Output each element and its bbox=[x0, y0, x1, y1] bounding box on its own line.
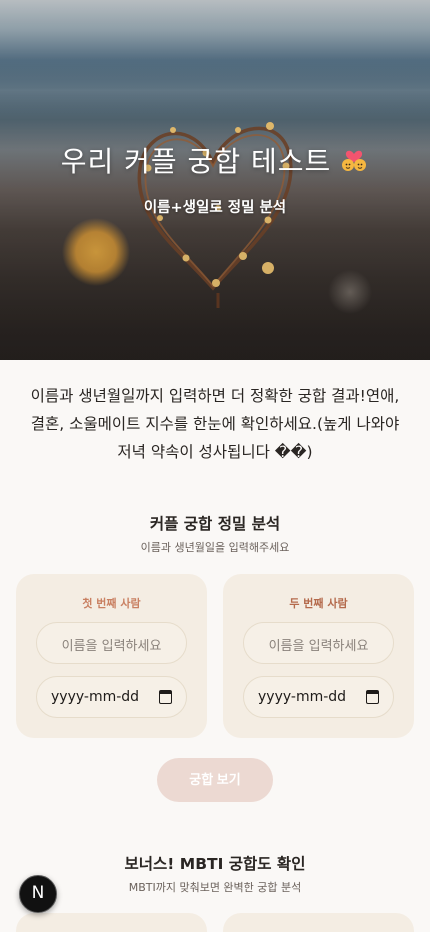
hero-shade bbox=[0, 0, 430, 360]
calendar-icon[interactable] bbox=[159, 690, 172, 704]
check-compatibility-button[interactable]: 궁합 보기 bbox=[157, 758, 273, 802]
person2-birthdate-input[interactable]: yyyy-mm-dd bbox=[243, 676, 394, 718]
hero-title: 우리 커플 궁합 테스트 bbox=[0, 140, 430, 180]
person2-card: 두 번째 사람 이름을 입력하세요 yyyy-mm-dd bbox=[223, 574, 414, 738]
person2-name-placeholder: 이름을 입력하세요 bbox=[268, 639, 369, 654]
person1-birthdate-value: yyyy-mm-dd bbox=[51, 689, 140, 705]
intro-text: 이름과 생년월일까지 입력하면 더 정확한 궁합 결과!연애, 결혼, 소울메이… bbox=[30, 387, 400, 461]
person1-name-input[interactable]: 이름을 입력하세요 bbox=[36, 622, 187, 664]
person1-birthdate-input[interactable]: yyyy-mm-dd bbox=[36, 676, 187, 718]
bonus-section-subtitle: MBTI까지 맞춰보면 완벽한 궁합 분석 bbox=[128, 881, 302, 894]
hero-banner: 우리 커플 궁합 테스트 이름+생일로 정밀 분석 bbox=[0, 0, 430, 360]
person1-card: 첫 번째 사람 이름을 입력하세요 yyyy-mm-dd bbox=[16, 574, 207, 738]
person1-name-placeholder: 이름을 입력하세요 bbox=[61, 639, 162, 654]
calendar-icon[interactable] bbox=[366, 690, 379, 704]
person2-name-input[interactable]: 이름을 입력하세요 bbox=[243, 622, 394, 664]
dev-tools-badge[interactable]: N bbox=[19, 875, 57, 913]
bonus-section-title: 보너스! MBTI 궁합도 확인 bbox=[124, 855, 306, 873]
hero-title-text: 우리 커플 궁합 테스트 bbox=[60, 145, 332, 178]
precise-section-title: 커플 궁합 정밀 분석 bbox=[149, 515, 281, 533]
mbti-person1-card bbox=[16, 913, 207, 932]
person2-label: 두 번째 사람 bbox=[289, 597, 348, 610]
person2-birthdate-value: yyyy-mm-dd bbox=[258, 689, 347, 705]
mbti-person2-card bbox=[223, 913, 414, 932]
precise-section-subtitle: 이름과 생년월일을 입력해주세요 bbox=[140, 541, 290, 554]
couple-with-heart-icon bbox=[339, 145, 369, 175]
person1-label: 첫 번째 사람 bbox=[82, 597, 141, 610]
hero-subtitle: 이름+생일로 정밀 분석 bbox=[143, 200, 287, 216]
